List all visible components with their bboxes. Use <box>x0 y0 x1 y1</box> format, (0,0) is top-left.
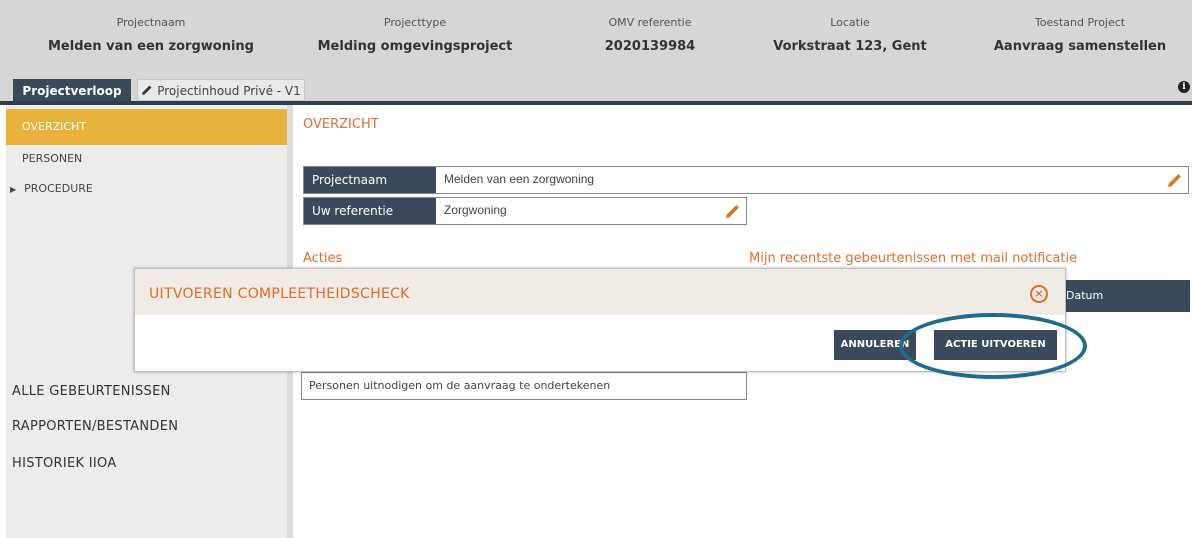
field-label: Projectnaam <box>304 167 436 193</box>
acties-heading: Acties <box>303 251 343 266</box>
action-uitnodigen-link[interactable]: Personen uitnodigen om de aanvraag te on… <box>301 372 747 400</box>
header-value: Vorkstraat 123, Gent <box>773 39 927 54</box>
sidebar-item-procedure[interactable]: ▶ PROCEDURE <box>10 182 101 195</box>
header-omv-referentie: OMV referentie 2020139984 <box>560 16 740 54</box>
sidebar-item-overzicht[interactable]: OVERZICHT <box>6 109 287 145</box>
pencil-icon[interactable] <box>1166 173 1182 189</box>
modal-header: UITVOEREN COMPLEETHEIDSCHECK × <box>135 269 1065 315</box>
field-uw-referentie: Uw referentie Zorgwoning <box>303 197 747 225</box>
pencil-icon <box>142 85 152 95</box>
highlight-ellipse <box>899 313 1087 379</box>
header-value: Melding omgevingsproject <box>317 39 513 54</box>
header-value: Melden van een zorgwoning <box>48 39 254 54</box>
field-value: Melden van een zorgwoning <box>444 172 595 186</box>
header-projecttype: Projecttype Melding omgevingsproject <box>310 16 520 54</box>
tab-label: Projectinhoud Privé - V1 <box>157 84 301 98</box>
project-header: Projectnaam Melden van een zorgwoning Pr… <box>0 0 1192 76</box>
tab-projectinhoud[interactable]: Projectinhoud Privé - V1 <box>137 79 305 101</box>
header-value: 2020139984 <box>604 39 696 54</box>
header-label: Locatie <box>830 16 870 29</box>
close-icon[interactable]: × <box>1030 285 1048 303</box>
info-icon[interactable]: i <box>1178 81 1190 93</box>
sidebar-item-alle-gebeurtenissen[interactable]: ALLE GEBEURTENISSEN <box>12 384 171 399</box>
sidebar-item-personen[interactable]: PERSONEN <box>22 152 82 165</box>
sidebar-item-historiek[interactable]: HISTORIEK IIOA <box>12 456 117 471</box>
sidebar-item-rapporten[interactable]: RAPPORTEN/BESTANDEN <box>12 419 178 434</box>
header-locatie: Locatie Vorkstraat 123, Gent <box>740 16 960 54</box>
page-title: OVERZICHT <box>303 117 379 132</box>
field-value: Zorgwoning <box>444 203 507 217</box>
field-projectnaam: Projectnaam Melden van een zorgwoning <box>303 166 1189 194</box>
pencil-icon[interactable] <box>724 204 740 220</box>
header-label: Projectnaam <box>116 16 186 29</box>
triangle-right-icon: ▶ <box>10 185 17 194</box>
header-projectnaam: Projectnaam Melden van een zorgwoning <box>46 16 256 54</box>
header-label: Projecttype <box>383 16 447 29</box>
header-label: OMV referentie <box>608 16 692 29</box>
field-label: Uw referentie <box>304 198 436 224</box>
header-label: Toestand Project <box>1034 16 1126 29</box>
sidebar-item-label: PROCEDURE <box>24 182 93 195</box>
header-toestand: Toestand Project Aanvraag samenstellen <box>975 16 1185 54</box>
modal-title: UITVOEREN COMPLEETHEIDSCHECK <box>149 286 410 302</box>
tab-bar: Projectverloop Projectinhoud Privé - V1 <box>0 76 1192 104</box>
recent-events-heading: Mijn recentste gebeurtenissen met mail n… <box>749 251 1078 266</box>
header-value: Aanvraag samenstellen <box>993 39 1167 54</box>
